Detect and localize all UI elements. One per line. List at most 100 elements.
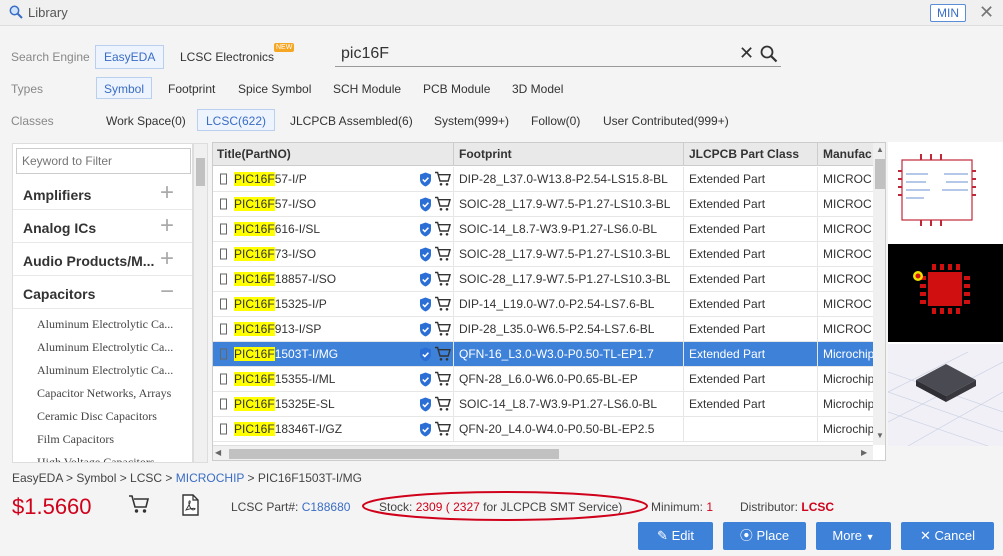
part-number[interactable]: PIC16F73-I/SO: [234, 247, 316, 261]
table-scroll-thumb[interactable]: [875, 159, 885, 189]
symbol-chip-icon: [219, 248, 228, 263]
part-number[interactable]: PIC16F913-I/SP: [234, 322, 321, 336]
subcategory-item[interactable]: Aluminum Electrolytic Ca...: [37, 363, 173, 378]
subcategory-item[interactable]: High Voltage Capacitors: [37, 455, 155, 462]
manufacturer-cell: Microchip: [823, 347, 873, 361]
header-footprint[interactable]: Footprint: [459, 147, 512, 161]
table-horizontal-scrollbar[interactable]: ◀ ▶: [213, 445, 873, 460]
class-jlcpcb-assembled[interactable]: JLCPCB Assembled(6): [284, 110, 419, 132]
subcategory-item[interactable]: Capacitor Networks, Arrays: [37, 386, 171, 401]
part-number[interactable]: PIC16F616-I/SL: [234, 222, 320, 236]
type-3d-model[interactable]: 3D Model: [506, 78, 569, 100]
add-to-cart-icon[interactable]: [434, 296, 452, 315]
more-button[interactable]: More ▼: [816, 522, 891, 550]
part-number[interactable]: PIC16F15355-I/ML: [234, 372, 335, 386]
type-pcb-module[interactable]: PCB Module: [417, 78, 496, 100]
part-number[interactable]: PIC16F15325-I/P: [234, 297, 327, 311]
table-row[interactable]: PIC16F1503T-I/MG QFN-16_L3.0-W3.0-P0.50-T…: [213, 342, 873, 367]
breadcrumb-manufacturer-link[interactable]: MICROCHIP: [176, 471, 244, 485]
add-to-cart-icon[interactable]: [434, 371, 452, 390]
table-row[interactable]: PIC16F73-I/SO SOIC-28_L17.9-W7.5-P1.27-LS…: [213, 242, 873, 267]
class-follow[interactable]: Follow(0): [525, 110, 586, 132]
expand-plus-icon[interactable]: +: [160, 246, 174, 272]
add-to-cart-icon[interactable]: [434, 396, 452, 415]
subcategory-item[interactable]: Film Capacitors: [37, 432, 114, 447]
search-icon[interactable]: [760, 45, 778, 66]
class-system[interactable]: System(999+): [428, 110, 515, 132]
class-user-contributed[interactable]: User Contributed(999+): [597, 110, 735, 132]
type-spice-symbol[interactable]: Spice Symbol: [232, 78, 317, 100]
part-number[interactable]: PIC16F1503T-I/MG: [234, 347, 338, 361]
table-row[interactable]: PIC16F913-I/SP DIP-28_L35.0-W6.5-P2.54-LS…: [213, 317, 873, 342]
subcategory-item[interactable]: Ceramic Disc Capacitors: [37, 409, 157, 424]
subcategory-item[interactable]: Aluminum Electrolytic Ca...: [37, 340, 173, 355]
part-number[interactable]: PIC16F57-I/P: [234, 172, 307, 186]
subcategory-item[interactable]: Aluminum Electrolytic Ca...: [37, 317, 173, 332]
close-icon: ✕: [920, 528, 931, 543]
add-to-cart-icon[interactable]: [434, 246, 452, 265]
clear-icon[interactable]: ✕: [739, 43, 754, 64]
verified-shield-icon: [419, 397, 432, 415]
table-vertical-scrollbar[interactable]: ▲ ▼: [873, 143, 885, 445]
pdf-icon[interactable]: [181, 494, 199, 519]
part-number[interactable]: PIC16F15325E-SL: [234, 397, 335, 411]
verified-shield-icon: [419, 197, 432, 215]
type-symbol[interactable]: Symbol: [96, 77, 153, 99]
category-amplifiers[interactable]: Amplifiers +: [13, 179, 192, 210]
edit-button[interactable]: ✎ Edit: [638, 522, 713, 550]
minimize-button[interactable]: MIN: [930, 4, 966, 22]
close-icon[interactable]: ✕: [979, 2, 994, 23]
add-to-cart-icon[interactable]: [434, 196, 452, 215]
part-class-cell: Extended Part: [689, 397, 766, 411]
search-input[interactable]: [341, 43, 721, 65]
add-to-cart-icon[interactable]: [434, 321, 452, 340]
search-engine-label: Search Engine: [11, 50, 90, 64]
engine-lcsc[interactable]: LCSC Electronics: [174, 46, 280, 68]
cart-icon[interactable]: [128, 494, 150, 517]
part-number[interactable]: PIC16F18857-I/SO: [234, 272, 336, 286]
part-number[interactable]: PIC16F18346T-I/GZ: [234, 422, 342, 436]
verified-shield-icon: [419, 322, 432, 340]
preview-images[interactable]: [887, 142, 1003, 447]
type-sch-module[interactable]: SCH Module: [327, 78, 407, 100]
add-to-cart-icon[interactable]: [434, 346, 452, 365]
table-row[interactable]: PIC16F18857-I/SO SOIC-28_L17.9-W7.5-P1.27…: [213, 267, 873, 292]
place-button[interactable]: ⦿ Place: [723, 522, 806, 550]
engine-easyeda[interactable]: EasyEDA: [95, 45, 165, 69]
table-hscroll-thumb[interactable]: [229, 449, 559, 459]
expand-plus-icon[interactable]: +: [160, 180, 174, 206]
header-manufacturer[interactable]: Manufac: [823, 147, 872, 161]
class-lcsc[interactable]: LCSC(622): [197, 109, 276, 131]
category-analog-ics[interactable]: Analog ICs +: [13, 212, 192, 243]
class-workspace[interactable]: Work Space(0): [100, 110, 192, 132]
symbol-chip-icon: [219, 423, 228, 438]
sidebar-scrollbar[interactable]: [193, 143, 208, 463]
table-row[interactable]: PIC16F57-I/SO SOIC-28_L17.9-W7.5-P1.27-LS…: [213, 192, 873, 217]
table-row[interactable]: PIC16F18346T-I/GZ QFN-20_L4.0-W4.0-P0.50-…: [213, 417, 873, 442]
category-capacitors[interactable]: Capacitors −: [13, 278, 192, 309]
header-title[interactable]: Title(PartNO): [217, 147, 291, 161]
lcsc-part-link[interactable]: C188680: [302, 500, 351, 514]
type-footprint[interactable]: Footprint: [162, 78, 221, 100]
table-row[interactable]: PIC16F15325E-SL SOIC-14_L8.7-W3.9-P1.27-L…: [213, 392, 873, 417]
header-part-class[interactable]: JLCPCB Part Class: [689, 147, 799, 161]
category-audio-products[interactable]: Audio Products/M... +: [13, 245, 192, 276]
sidebar-scroll-thumb[interactable]: [196, 158, 205, 186]
table-row[interactable]: PIC16F57-I/P DIP-28_L37.0-W13.8-P2.54-LS1…: [213, 167, 873, 192]
footprint-cell: SOIC-14_L8.7-W3.9-P1.27-LS6.0-BL: [459, 222, 658, 236]
expand-plus-icon[interactable]: +: [160, 213, 174, 239]
verified-shield-icon: [419, 172, 432, 190]
table-row[interactable]: PIC16F15355-I/ML QFN-28_L6.0-W6.0-P0.65-B…: [213, 367, 873, 392]
footprint-cell: QFN-20_L4.0-W4.0-P0.50-BL-EP2.5: [459, 422, 655, 436]
table-row[interactable]: PIC16F616-I/SL SOIC-14_L8.7-W3.9-P1.27-LS…: [213, 217, 873, 242]
cancel-button[interactable]: ✕ Cancel: [901, 522, 994, 550]
filter-input[interactable]: [16, 148, 191, 174]
add-to-cart-icon[interactable]: [434, 221, 452, 240]
add-to-cart-icon[interactable]: [434, 171, 452, 190]
types-label: Types: [11, 82, 44, 96]
part-number[interactable]: PIC16F57-I/SO: [234, 197, 316, 211]
collapse-minus-icon[interactable]: −: [160, 279, 174, 305]
add-to-cart-icon[interactable]: [434, 271, 452, 290]
table-row[interactable]: PIC16F15325-I/P DIP-14_L19.0-W7.0-P2.54-L…: [213, 292, 873, 317]
add-to-cart-icon[interactable]: [434, 421, 452, 440]
